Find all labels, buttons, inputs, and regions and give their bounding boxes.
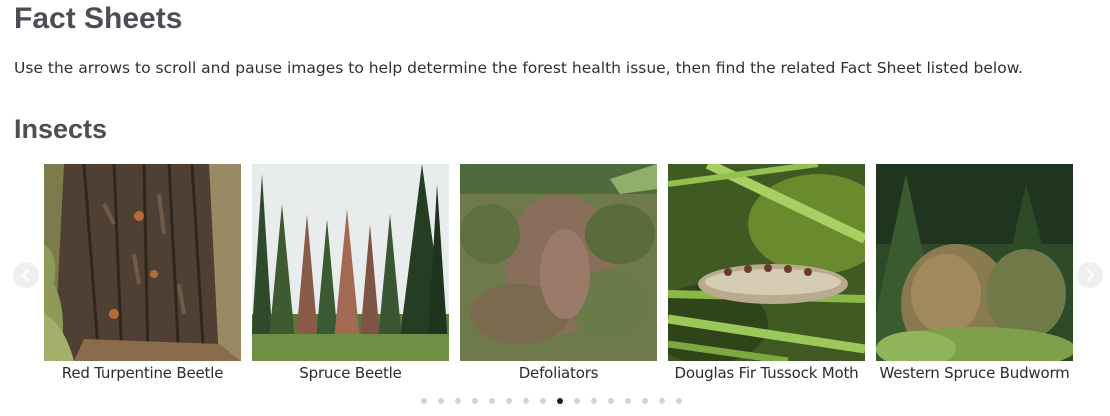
carousel-dot[interactable] bbox=[455, 398, 461, 404]
intro-text: Use the arrows to scroll and pause image… bbox=[14, 59, 1023, 77]
carousel-dot[interactable] bbox=[506, 398, 512, 404]
slide-caption: Spruce Beetle bbox=[299, 364, 402, 382]
slide-western-spruce-budworm[interactable]: Western Spruce Budworm bbox=[876, 164, 1073, 382]
carousel-dot[interactable] bbox=[472, 398, 478, 404]
spruce-branches-photo bbox=[876, 164, 1073, 361]
slide-caption: Douglas Fir Tussock Moth bbox=[674, 364, 859, 382]
carousel-dot[interactable] bbox=[438, 398, 444, 404]
page-title: Fact Sheets bbox=[14, 2, 183, 35]
carousel-dot[interactable] bbox=[591, 398, 597, 404]
carousel-dot[interactable] bbox=[676, 398, 682, 404]
slide-caption: Defoliators bbox=[518, 364, 599, 382]
slide-spruce-beetle[interactable]: Spruce Beetle bbox=[252, 164, 449, 382]
aerial-forest-photo bbox=[460, 164, 657, 361]
carousel-dot[interactable] bbox=[625, 398, 631, 404]
carousel-pagination bbox=[421, 398, 682, 404]
caterpillar-photo bbox=[668, 164, 865, 361]
chevron-left-icon bbox=[21, 268, 30, 282]
carousel-dot[interactable] bbox=[540, 398, 546, 404]
carousel-next-button[interactable] bbox=[1077, 262, 1103, 288]
tree-bark-photo bbox=[44, 164, 241, 361]
carousel-dot[interactable] bbox=[557, 398, 563, 404]
carousel-dot[interactable] bbox=[574, 398, 580, 404]
carousel-prev-button[interactable] bbox=[13, 262, 39, 288]
spruce-forest-photo bbox=[252, 164, 449, 361]
slide-defoliators[interactable]: Defoliators bbox=[460, 164, 657, 382]
carousel-dot[interactable] bbox=[608, 398, 614, 404]
slide-douglas-fir-tussock-moth[interactable]: Douglas Fir Tussock Moth bbox=[668, 164, 865, 382]
carousel-dot[interactable] bbox=[489, 398, 495, 404]
carousel-dot[interactable] bbox=[659, 398, 665, 404]
carousel-dot[interactable] bbox=[523, 398, 529, 404]
slide-red-turpentine-beetle[interactable]: Red Turpentine Beetle bbox=[44, 164, 241, 382]
insect-carousel: Red Turpentine Beetle Spruce Beetle Defo… bbox=[0, 164, 1110, 416]
carousel-dot[interactable] bbox=[421, 398, 427, 404]
slide-caption: Red Turpentine Beetle bbox=[61, 364, 224, 382]
section-title-insects: Insects bbox=[14, 114, 108, 144]
carousel-dot[interactable] bbox=[642, 398, 648, 404]
chevron-right-icon bbox=[1086, 268, 1095, 282]
slide-caption: Western Spruce Budworm bbox=[879, 364, 1070, 382]
